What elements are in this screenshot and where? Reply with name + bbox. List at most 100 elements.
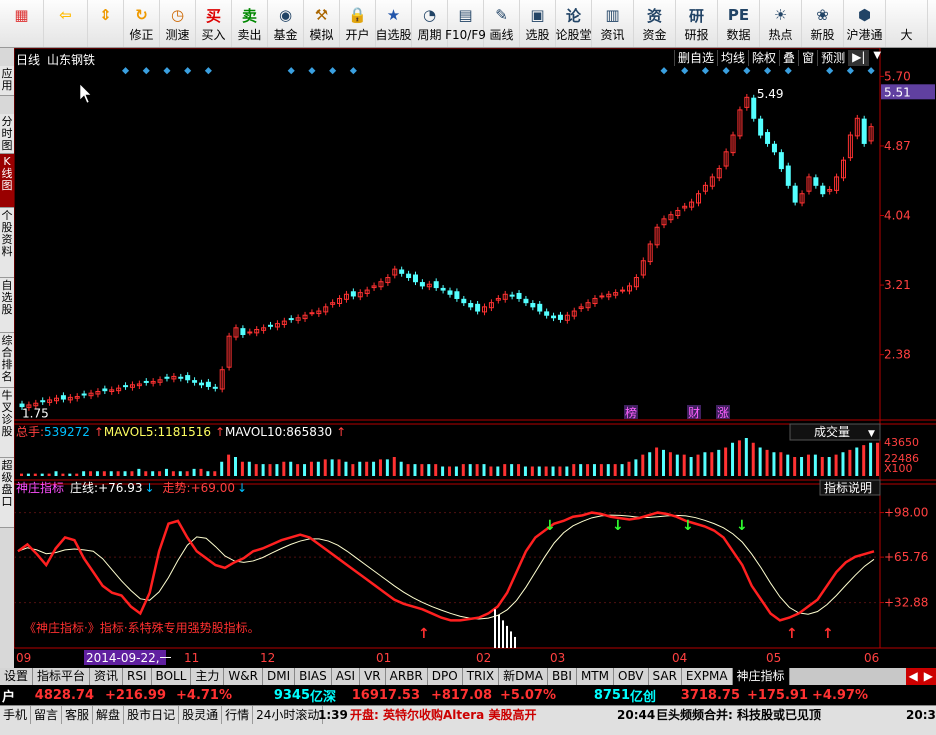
toolbar-up-down-arrows-button[interactable]: ⇕ <box>88 0 124 47</box>
sidebar-tab-4[interactable]: 自选股 <box>0 278 14 333</box>
status-link-1[interactable]: 留言 <box>31 706 63 724</box>
indicator-tab-15[interactable]: BBI <box>547 668 577 685</box>
candle-body <box>406 273 412 279</box>
data-icon: PE <box>727 6 750 24</box>
volume-bar <box>385 459 389 476</box>
status-link-0[interactable]: 手机 <box>0 706 32 724</box>
toolbar-screen-button[interactable]: ▣ 选股 <box>520 0 556 47</box>
toolbar-item-23-button[interactable]: 大 <box>886 0 928 47</box>
pencil-icon: ✎ <box>495 6 508 24</box>
toolbar-star-button[interactable]: ★ 自选股 <box>376 0 412 47</box>
toolbar-report-button[interactable]: 研研报 <box>676 0 718 47</box>
header-button-2[interactable]: 除权 <box>748 50 779 66</box>
volume-bar <box>772 452 776 476</box>
status-link-3[interactable]: 解盘 <box>93 706 125 724</box>
status-link-5[interactable]: 股灵通 <box>179 706 223 724</box>
tab-scroll-right-icon[interactable]: ▶ <box>920 668 936 685</box>
toolbar-clock-button[interactable]: ◷ 测速 <box>160 0 196 47</box>
toolbar-data-button[interactable]: PE 数据 <box>718 0 760 47</box>
volume-bar <box>744 438 748 476</box>
indicator-tab-18[interactable]: SAR <box>648 668 682 685</box>
toolbar-news-button[interactable]: ▥ 资讯 <box>592 0 634 47</box>
quote-cy-value[interactable]: 3718.75 <box>666 688 740 703</box>
indicator-tab-12[interactable]: DPO <box>427 668 463 685</box>
indicator-axis-label: +32.88 <box>884 596 928 610</box>
volume-bar <box>358 461 362 476</box>
status-link-2[interactable]: 客服 <box>62 706 94 724</box>
mouse-cursor-icon <box>79 83 92 104</box>
header-dropdown-icon[interactable]: ▼ <box>869 50 885 66</box>
candle-body <box>81 393 87 396</box>
indicator-tab-8[interactable]: BIAS <box>295 668 332 685</box>
tab-scroll-left-icon[interactable]: ◀ <box>905 668 921 685</box>
sidebar-tab-2[interactable]: K线图 <box>0 154 14 208</box>
candle-body <box>192 380 198 383</box>
panel-toggle-icon[interactable]: ▶| <box>848 50 870 66</box>
quote-sz-value[interactable]: 16917.53 <box>346 688 420 703</box>
status-link-6[interactable]: 行情 <box>222 706 254 724</box>
indicator-tab-13[interactable]: TRIX <box>462 668 500 685</box>
sidebar-tab-3[interactable]: 个股资料 <box>0 208 14 278</box>
toolbar-fund-button[interactable]: ◉ 基金 <box>268 0 304 47</box>
header-button-4[interactable]: 窗 <box>798 50 817 66</box>
toolbar-capital-button[interactable]: 资资金 <box>634 0 676 47</box>
back-arrow-icon: ⇦ <box>59 6 72 24</box>
header-button-3[interactable]: 叠 <box>779 50 798 66</box>
indicator-tab-2[interactable]: 资讯 <box>90 668 124 685</box>
indicator-tab-17[interactable]: OBV <box>614 668 649 685</box>
indicator-tab-7[interactable]: DMI <box>262 668 296 685</box>
toolbar-hot-button[interactable]: ☀ 热点 <box>760 0 802 47</box>
indicator-tab-4[interactable]: BOLL <box>151 668 192 685</box>
volume-bar <box>213 471 217 476</box>
toolbar-back-arrow-button[interactable]: ⇦ <box>44 0 88 47</box>
volume-bar <box>530 466 534 476</box>
volume-bar <box>40 473 44 476</box>
indicator-tab-1[interactable]: 指标平台 <box>33 668 91 685</box>
volume-bar <box>724 447 728 476</box>
indicator-tab-0[interactable]: 设置 <box>0 668 34 685</box>
sidebar-tab-1[interactable]: 分时图 <box>0 114 14 154</box>
indicator-tab-6[interactable]: W&R <box>224 668 263 685</box>
news-item-2[interactable]: 巨头频频合并: 科技股或已见顶 <box>656 706 821 724</box>
indicator-tab-20[interactable]: 神庄指标 <box>732 668 790 685</box>
sidebar-tab-7[interactable]: 超级盘口 <box>0 458 14 528</box>
news-item-1[interactable]: 开盘: 英特尔收购Altera 美股高开 <box>350 706 536 724</box>
header-button-1[interactable]: 均线 <box>717 50 748 66</box>
indicator-tab-5[interactable]: 主力 <box>191 668 225 685</box>
toolbar-sell-button[interactable]: 卖卖出 <box>232 0 268 47</box>
toolbar-f10-button[interactable]: ▤ F10/F9 <box>445 0 486 47</box>
status-link-4[interactable]: 股市日记 <box>124 706 180 724</box>
indicator-tab-19[interactable]: EXPMA <box>681 668 733 685</box>
sidebar-tab-6[interactable]: 牛叉诊股 <box>0 388 14 458</box>
volume-bar <box>192 468 196 476</box>
toolbar-grid-button[interactable]: ▦ <box>0 0 44 47</box>
status-link-7[interactable]: 24小时滚动 <box>253 706 324 724</box>
sidebar-tab-0[interactable]: 应用 <box>0 66 14 96</box>
sidebar-tab-5[interactable]: 综合排名 <box>0 333 14 388</box>
toolbar-pencil-button[interactable]: ✎ 画线 <box>484 0 520 47</box>
news-time-2: 20:44 <box>617 708 656 722</box>
volume-bar <box>655 447 659 476</box>
mavol10-label: MAVOL10: <box>225 425 286 439</box>
toolbar-buy-button[interactable]: 买买入 <box>196 0 232 47</box>
indicator-tab-14[interactable]: 新DMA <box>499 668 548 685</box>
indicator-tab-16[interactable]: MTM <box>576 668 614 685</box>
toolbar-newstock-button[interactable]: ❀ 新股 <box>802 0 844 47</box>
header-button-5[interactable]: 预测 <box>817 50 848 66</box>
toolbar-hammer-button[interactable]: ⚒ 模拟 <box>304 0 340 47</box>
toolbar-hk-connect-button[interactable]: ⬢ 沪港通 <box>844 0 886 47</box>
indicator-tab-3[interactable]: RSI <box>123 668 152 685</box>
header-button-0[interactable]: 删自选 <box>674 50 717 66</box>
indicator-tab-11[interactable]: ARBR <box>385 668 428 685</box>
toolbar-forum-button[interactable]: 论论股堂 <box>556 0 592 47</box>
toolbar-label: 大 <box>900 28 913 42</box>
toolbar-period-button[interactable]: ◔ 周期 <box>412 0 448 47</box>
toolbar-lock-button[interactable]: 🔒 开户 <box>340 0 376 47</box>
volume-bar <box>406 464 410 476</box>
candle-body <box>164 376 170 379</box>
indicator-tab-10[interactable]: VR <box>360 668 386 685</box>
quote-sh-value[interactable]: 4828.74 <box>24 688 94 703</box>
toolbar-refresh-button[interactable]: ↻ 修正 <box>124 0 160 47</box>
kline-chart[interactable]: 5.70 4.87 4.04 3.21 2.38 5.51 5.49 1.75 榜 财 涨总手:53… <box>14 48 936 668</box>
indicator-tab-9[interactable]: ASI <box>331 668 361 685</box>
